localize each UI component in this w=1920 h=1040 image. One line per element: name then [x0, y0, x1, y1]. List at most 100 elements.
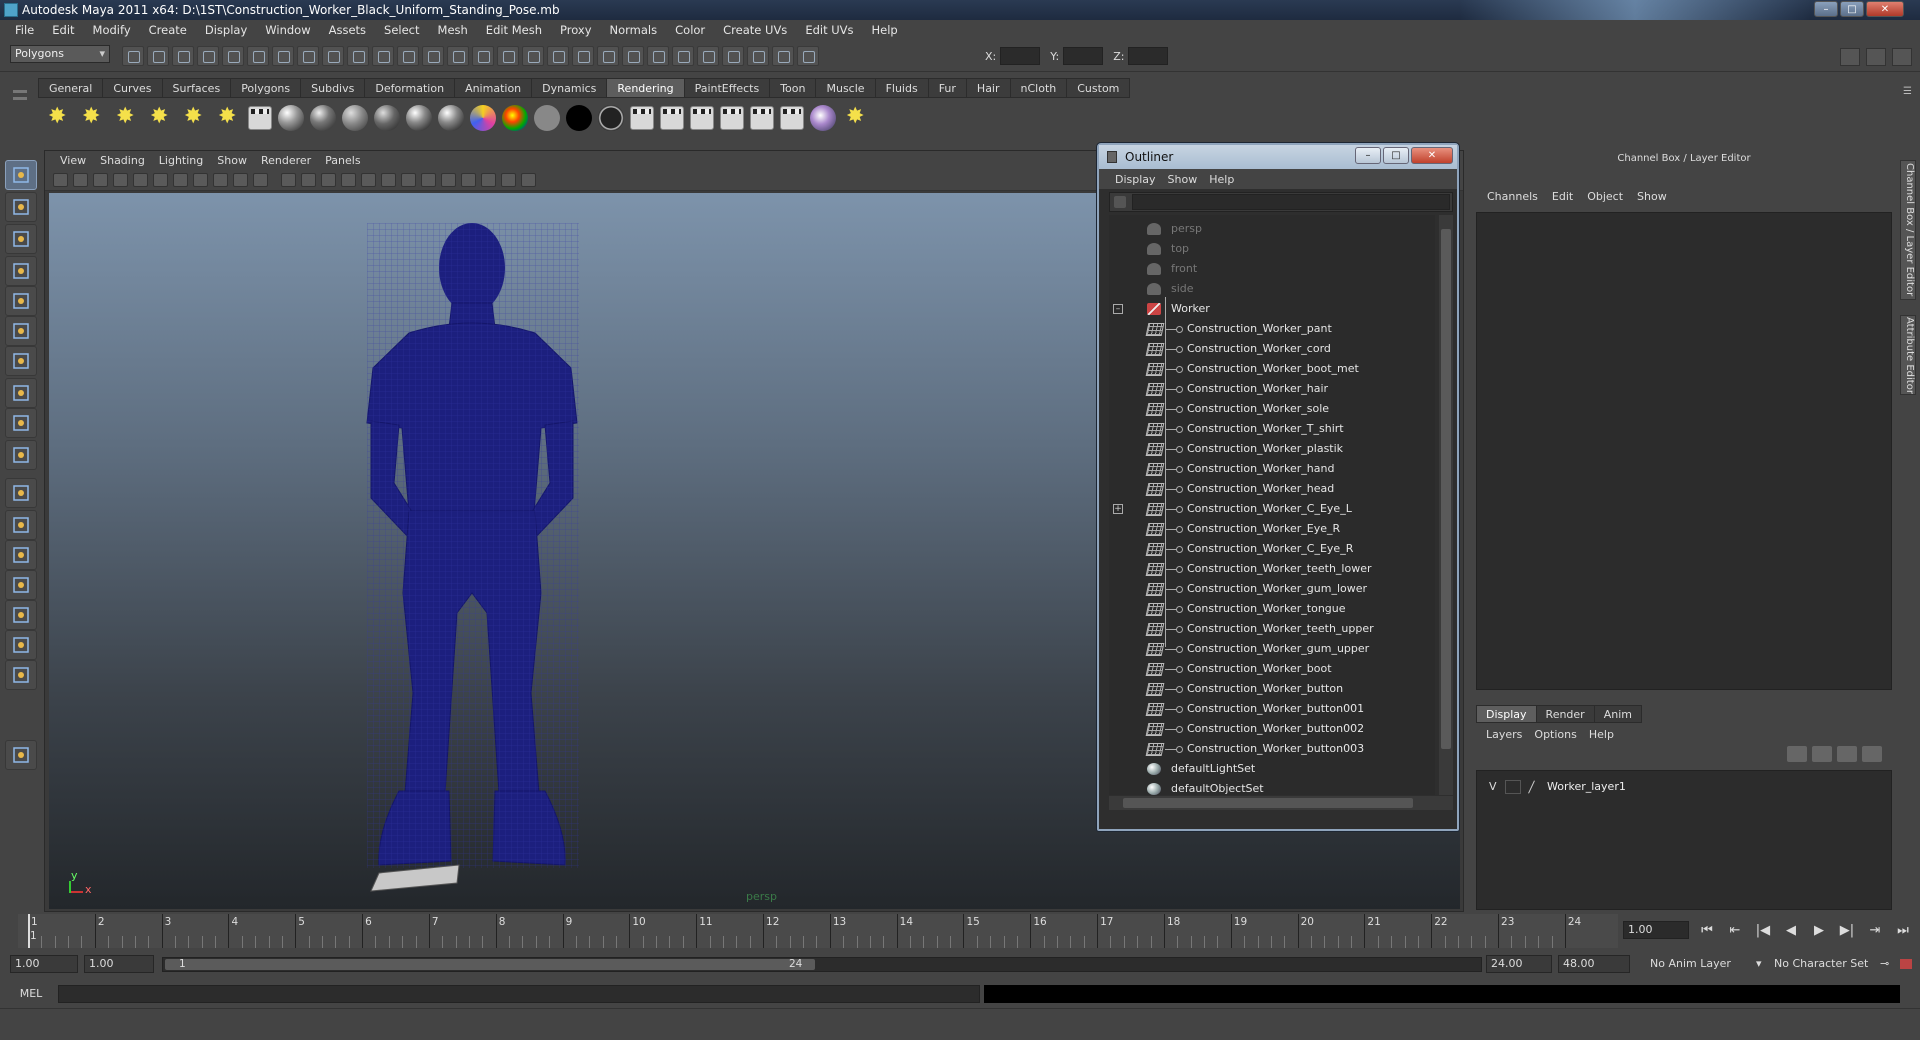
- ramp-shader-icon[interactable]: [470, 105, 496, 131]
- tool-settings-toggle-icon[interactable]: [1866, 48, 1886, 66]
- viewport-menu-lighting[interactable]: Lighting: [152, 154, 210, 167]
- play-forwards-icon[interactable]: ▶: [1809, 923, 1829, 938]
- point-light-icon[interactable]: [112, 104, 140, 132]
- shading-map-icon[interactable]: [598, 105, 624, 131]
- directional-light-icon[interactable]: [78, 104, 106, 132]
- shelf-menu-icon[interactable]: ☰: [1903, 86, 1912, 97]
- isolate-select-icon[interactable]: [421, 173, 436, 187]
- ipr-render-icon[interactable]: [597, 46, 619, 66]
- outliner-item[interactable]: Construction_Worker_button: [1109, 679, 1435, 699]
- backface-icon[interactable]: [481, 173, 496, 187]
- paint-brush-icon[interactable]: [842, 104, 870, 132]
- hud-icon[interactable]: [501, 173, 516, 187]
- channel-menu-channels[interactable]: Channels: [1480, 190, 1545, 208]
- playback-start-field[interactable]: 1.00: [84, 955, 154, 973]
- channel-box-side-tab[interactable]: Channel Box / Layer Editor: [1900, 160, 1916, 300]
- shelf-tab-fur[interactable]: Fur: [927, 78, 967, 98]
- wireframe-icon[interactable]: [253, 173, 268, 187]
- open-scene-icon[interactable]: [147, 46, 169, 66]
- animation-end-field[interactable]: 48.00: [1558, 955, 1630, 973]
- maximize-button[interactable]: □: [1840, 1, 1864, 17]
- menu-create[interactable]: Create: [140, 23, 196, 37]
- shelf-tab-ncloth[interactable]: nCloth: [1009, 78, 1068, 98]
- outliner-title-bar[interactable]: Outliner – □ ✕: [1099, 145, 1457, 169]
- construction-history-icon[interactable]: [547, 46, 569, 66]
- lambert-shader-icon[interactable]: [342, 105, 368, 131]
- filter-options-icon[interactable]: [1114, 196, 1126, 208]
- outliner-hscroll-thumb[interactable]: [1123, 798, 1413, 808]
- paint-icon[interactable]: [672, 46, 694, 66]
- outliner-menu-help[interactable]: Help: [1203, 173, 1240, 186]
- outliner-item[interactable]: Construction_Worker_boot: [1109, 659, 1435, 679]
- fit-icon[interactable]: [521, 173, 536, 187]
- menu-mesh[interactable]: Mesh: [429, 23, 477, 37]
- menu-set-dropdown[interactable]: Polygons: [10, 45, 110, 63]
- menu-display[interactable]: Display: [196, 23, 256, 37]
- blinn-shader-icon[interactable]: [310, 105, 336, 131]
- anim-layer-dropdown[interactable]: No Anim Layer: [1650, 955, 1760, 973]
- play-backwards-icon[interactable]: ◀: [1781, 923, 1801, 938]
- outliner-item[interactable]: Construction_Worker_hair: [1109, 379, 1435, 399]
- gate-mask-icon[interactable]: [153, 173, 168, 187]
- ipr-current-icon[interactable]: [660, 106, 684, 130]
- viewport-menu-panels[interactable]: Panels: [318, 154, 367, 167]
- close-button[interactable]: ✕: [1866, 1, 1904, 17]
- layer-tab-anim[interactable]: Anim: [1593, 705, 1642, 723]
- move-layer-up-icon[interactable]: [1787, 746, 1807, 762]
- outliner-item[interactable]: Construction_Worker_boot_met: [1109, 359, 1435, 379]
- shelf-tab-deformation[interactable]: Deformation: [364, 78, 456, 98]
- command-language-label[interactable]: MEL: [8, 985, 54, 1003]
- high-quality-icon[interactable]: [441, 173, 456, 187]
- shelf-tab-dynamics[interactable]: Dynamics: [531, 78, 608, 98]
- render-frame-icon[interactable]: [572, 46, 594, 66]
- menu-modify[interactable]: Modify: [84, 23, 140, 37]
- field-chart-icon[interactable]: [173, 173, 188, 187]
- auto-key-icon[interactable]: [1900, 959, 1912, 969]
- select-tool-icon[interactable]: [5, 160, 37, 190]
- smooth-shade-icon[interactable]: [281, 173, 296, 187]
- outliner-search-input[interactable]: [1132, 194, 1450, 210]
- collapse-icon[interactable]: –: [1113, 304, 1123, 314]
- mental-ray-icon[interactable]: [810, 105, 836, 131]
- outliner-item[interactable]: Construction_Worker_button001: [1109, 699, 1435, 719]
- selection-mask-icon[interactable]: [697, 46, 719, 66]
- shadows-icon[interactable]: [381, 173, 396, 187]
- menu-assets[interactable]: Assets: [320, 23, 375, 37]
- layered-shader-icon[interactable]: [374, 105, 400, 131]
- step-back-key-icon[interactable]: ⇤: [1725, 923, 1745, 938]
- menu-create-uvs[interactable]: Create UVs: [714, 23, 796, 37]
- lasso-tool-icon[interactable]: [5, 192, 37, 222]
- layer-color-icon[interactable]: [1528, 780, 1535, 794]
- all-lights-icon[interactable]: [361, 173, 376, 187]
- outliner-item[interactable]: Construction_Worker_gum_upper: [1109, 639, 1435, 659]
- shelf-tab-hair[interactable]: Hair: [965, 78, 1011, 98]
- new-empty-layer-icon[interactable]: [1837, 746, 1857, 762]
- render-icon[interactable]: [397, 46, 419, 66]
- ipr-icon[interactable]: [422, 46, 444, 66]
- soft-select-icon[interactable]: [772, 46, 794, 66]
- film-gate-icon[interactable]: [113, 173, 128, 187]
- new-scene-icon[interactable]: [122, 46, 144, 66]
- viewport-menu-view[interactable]: View: [53, 154, 93, 167]
- menu-edit-uvs[interactable]: Edit UVs: [796, 23, 862, 37]
- shelf-tab-animation[interactable]: Animation: [454, 78, 533, 98]
- persp-outliner-layout-icon[interactable]: [5, 540, 37, 570]
- layer-name[interactable]: Worker_layer1: [1547, 777, 1626, 797]
- attribute-editor-toggle-icon[interactable]: [1840, 48, 1860, 66]
- outliner-vertical-scrollbar[interactable]: [1439, 215, 1453, 795]
- shelf-tab-rendering[interactable]: Rendering: [606, 78, 685, 98]
- outliner-item[interactable]: Construction_Worker_teeth_lower: [1109, 559, 1435, 579]
- use-background-icon[interactable]: [566, 105, 592, 131]
- step-forward-key-icon[interactable]: ⇥: [1865, 923, 1885, 938]
- shelf-tab-custom[interactable]: Custom: [1066, 78, 1131, 98]
- volume-light-icon[interactable]: [214, 104, 242, 132]
- shelf-tab-general[interactable]: General: [38, 78, 104, 98]
- layer-row[interactable]: V Worker_layer1: [1477, 777, 1891, 797]
- expand-icon[interactable]: +: [1113, 504, 1123, 514]
- menu-edit[interactable]: Edit: [43, 23, 83, 37]
- render-settings-shelf-icon[interactable]: [690, 106, 714, 130]
- minimize-button[interactable]: –: [1814, 1, 1838, 17]
- step-forward-frame-icon[interactable]: ▶|: [1837, 923, 1857, 938]
- outliner-item[interactable]: Construction_Worker_button003: [1109, 739, 1435, 759]
- xray-joints-icon[interactable]: [461, 173, 476, 187]
